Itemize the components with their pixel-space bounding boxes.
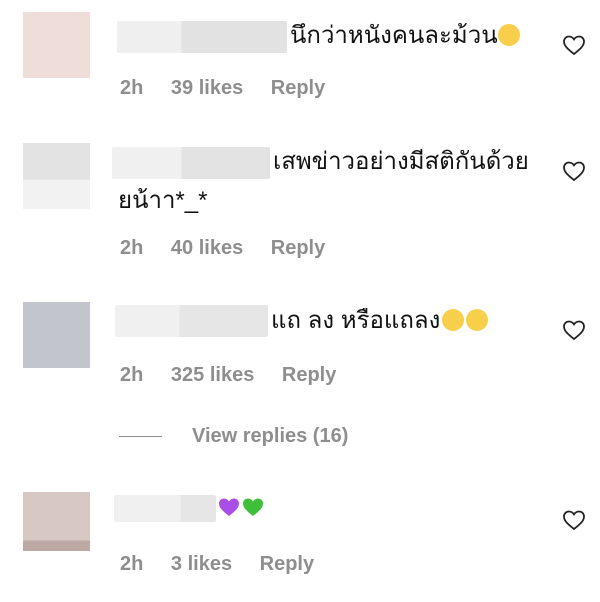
- reply-button[interactable]: Reply: [260, 553, 314, 576]
- username-blurred[interactable]: [114, 495, 216, 522]
- like-heart-icon[interactable]: [562, 33, 586, 57]
- slightly-frowning-face-icon: [497, 24, 520, 46]
- comment-meta: 2h 3 likes Reply: [120, 553, 336, 576]
- crying-face-icon: [466, 309, 489, 331]
- avatar[interactable]: [23, 302, 90, 368]
- like-heart-icon[interactable]: [562, 159, 586, 183]
- timestamp: 2h: [120, 553, 144, 575]
- comment-text: แถ ลง หรือแถลง: [271, 300, 489, 342]
- reply-button[interactable]: Reply: [271, 237, 325, 260]
- username-blurred[interactable]: [117, 21, 287, 53]
- likes-count[interactable]: 325 likes: [171, 364, 254, 387]
- like-heart-icon[interactable]: [562, 318, 586, 342]
- avatar[interactable]: [23, 492, 90, 551]
- timestamp: 2h: [120, 364, 144, 386]
- timestamp: 2h: [120, 77, 144, 99]
- divider-line: [119, 436, 162, 438]
- likes-count[interactable]: 39 likes: [171, 77, 243, 100]
- view-replies-label: View replies (16): [192, 425, 349, 447]
- comment-text: นึกว่าหนังคนละม้วน: [290, 15, 520, 57]
- likes-count[interactable]: 40 likes: [171, 237, 243, 260]
- likes-count[interactable]: 3 likes: [171, 553, 232, 576]
- green-heart-icon: [243, 498, 263, 516]
- reply-button[interactable]: Reply: [271, 77, 325, 100]
- like-heart-icon[interactable]: [562, 508, 586, 532]
- view-replies-button[interactable]: View replies (16): [119, 425, 348, 448]
- comment-meta: 2h 40 likes Reply: [120, 237, 347, 260]
- comment-meta: 2h 39 likes Reply: [120, 77, 347, 100]
- comment-text: [217, 488, 265, 530]
- comment-text: เสพข่าวอย่างมีสติกันด้วย: [273, 148, 529, 175]
- reply-button[interactable]: Reply: [282, 364, 336, 387]
- comment-meta: 2h 325 likes Reply: [120, 364, 358, 387]
- comment-text-continued: ยน้าา*_*: [118, 187, 208, 214]
- purple-heart-icon: [219, 498, 239, 516]
- username-blurred[interactable]: [112, 147, 270, 179]
- avatar[interactable]: [23, 143, 90, 209]
- username-blurred[interactable]: [115, 305, 268, 337]
- avatar[interactable]: [23, 12, 90, 78]
- crying-face-icon: [442, 309, 465, 331]
- timestamp: 2h: [120, 237, 144, 259]
